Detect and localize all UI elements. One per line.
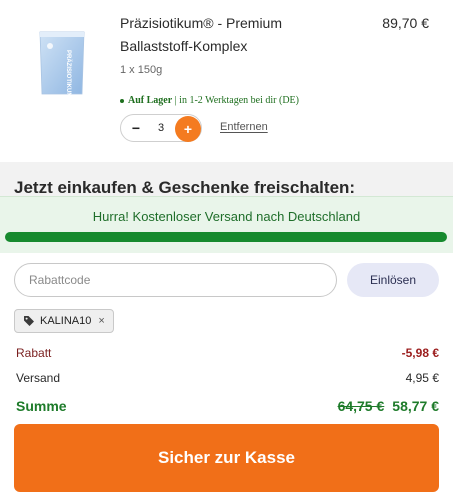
shipping-row: Versand 4,95 € [16,371,439,385]
promo-heading: Jetzt einkaufen & Geschenke freischalten… [14,178,356,197]
total-amounts: 64,75 € 58,77 € [338,398,439,414]
discount-value: -5,98 € [401,346,439,360]
product-variant: 1 x 150g [120,64,163,76]
product-image[interactable]: PRÄZISIOTIKUM [34,26,90,98]
product-name[interactable]: Präzisiotikum® - Premium Ballaststoff-Ko… [120,12,350,58]
quantity-value[interactable]: 3 [155,122,167,134]
coupon-code-input[interactable] [14,263,337,297]
cart-item: PRÄZISIOTIKUM Präzisiotikum® - Premium B… [0,0,453,160]
quantity-stepper: − 3 + [120,114,202,142]
tag-icon [24,316,34,326]
decrease-quantity-button[interactable]: − [130,120,142,136]
shipping-value: 4,95 € [405,371,439,385]
total-row: Summe 64,75 € 58,77 € [16,398,439,414]
stock-status: Auf Lager | in 1-2 Werktagen bei dir (DE… [120,95,299,106]
redeem-coupon-button[interactable]: Einlösen [347,263,439,297]
applied-coupon-tag: KALINA10 × [14,309,114,333]
free-shipping-panel: Hurra! Kostenloser Versand nach Deutschl… [0,196,453,253]
shipping-progress-bar [5,232,447,242]
discount-label: Rabatt [16,346,52,360]
total-label: Summe [16,398,67,414]
total-original-price: 64,75 € [337,398,385,414]
product-price: 89,70 € [382,15,429,31]
stock-status-label: Auf Lager [128,95,173,106]
remove-item-link[interactable]: Entfernen [220,121,268,133]
shipping-label: Versand [16,371,61,385]
package-label: PRÄZISIOTIKUM [65,50,72,97]
stock-delivery-detail: | in 1-2 Werktagen bei dir (DE) [174,95,299,106]
applied-coupon-code: KALINA10 [40,315,92,327]
discount-row: Rabatt -5,98 € [16,346,439,360]
checkout-button[interactable]: Sicher zur Kasse [14,424,439,492]
in-stock-dot-icon [120,98,124,103]
free-shipping-message: Hurra! Kostenloser Versand nach Deutschl… [92,209,361,224]
total-value: 58,77 € [392,398,439,414]
remove-coupon-icon[interactable]: × [98,315,104,327]
increase-quantity-button[interactable]: + [175,116,201,142]
